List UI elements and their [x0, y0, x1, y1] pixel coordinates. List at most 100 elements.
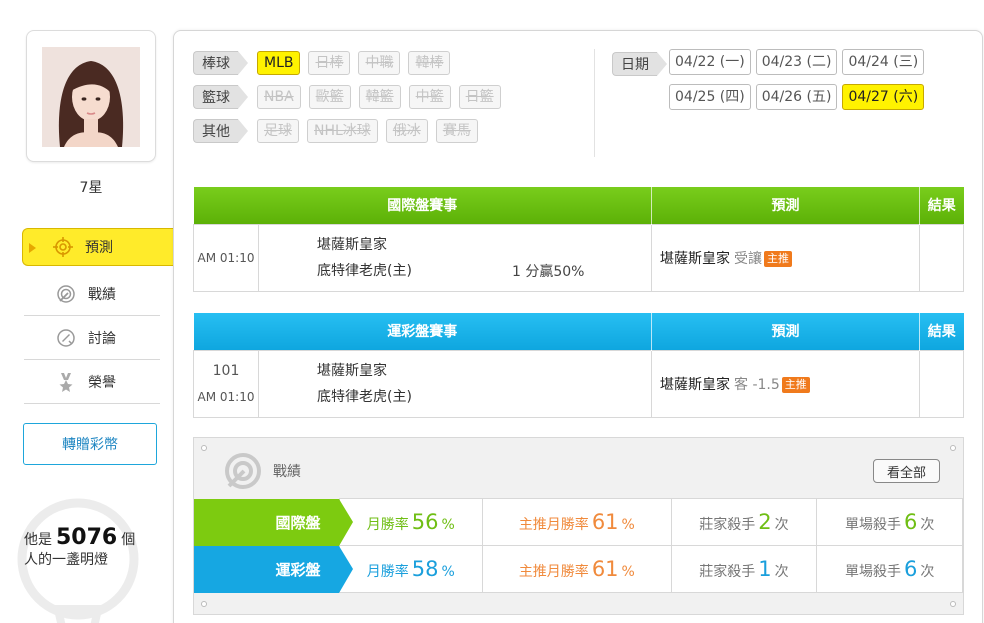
result-cell [919, 223, 964, 292]
team-away: 堪薩斯皇家 [317, 362, 387, 379]
date-0424[interactable]: 04/24 (三) [842, 49, 925, 75]
category-basketball: 籃球 [193, 84, 248, 109]
main-panel: 棒球 MLB 日棒 中職 韓棒 籃球 NBA 歐籃 韓籃 中籃 日籃 其他 足球… [173, 30, 983, 623]
lamp-line2: 人的一盞明燈 [24, 552, 108, 568]
record-row-international: 國際盤 月勝率 56% 主推月勝率 61% 莊家殺手 2 次 單場殺手 6 次 [194, 498, 963, 546]
filter-nhl[interactable]: NHL冰球 [307, 118, 378, 143]
match-time-cell: 101 AM 01:10 [193, 349, 259, 418]
corner-dot [950, 601, 956, 607]
single-killer: 單場殺手 6 次 [816, 545, 963, 593]
main-pick-win-value: 61 [591, 557, 619, 581]
nav-item-record[interactable]: 戰績 [24, 272, 160, 316]
header-result: 結果 [919, 187, 964, 224]
filter-korea-basketball[interactable]: 韓籃 [358, 84, 401, 109]
date-grid: 04/22 (一) 04/23 (二) 04/24 (三) 04/25 (四) 04/… [669, 49, 959, 119]
banker-killer-value: 1 [758, 557, 772, 581]
nav-label: 討論 [88, 330, 116, 347]
filter-divider [594, 49, 595, 157]
match-code: 101 [212, 362, 240, 379]
date-0426[interactable]: 04/26 (五) [755, 84, 838, 110]
monthly-win-value: 56 [411, 510, 439, 534]
filter-row-other: 其他 足球 NHL冰球 俄冰 賽馬 [193, 117, 598, 144]
nav-label: 榮譽 [88, 374, 116, 391]
record-label-international: 國際盤 [194, 498, 353, 546]
lamp-text: 他是 5076 個 人的一盞明燈 [24, 525, 135, 570]
avatar[interactable] [42, 47, 140, 147]
filter-horse-racing[interactable]: 賽馬 [435, 118, 478, 143]
filter-china-basketball[interactable]: 中籃 [408, 84, 451, 109]
table-row: AM 01:10 堪薩斯皇家 底特律老虎(主) 1 分贏50% 堪薩斯皇家 受讓主… [193, 223, 964, 292]
header-international-match: 國際盤賽事 [193, 187, 652, 224]
rank-label: 7星 [79, 180, 103, 196]
filter-nba[interactable]: NBA [257, 84, 301, 109]
pick-detail: 受讓 [734, 250, 762, 267]
date-0427[interactable]: 04/27 (六) [842, 84, 925, 110]
record-table: 國際盤 月勝率 56% 主推月勝率 61% 莊家殺手 2 次 單場殺手 6 次 運彩盤 月勝… [194, 498, 963, 593]
filter-npb[interactable]: 日棒 [308, 50, 351, 75]
lamp-panel: 他是 5076 個 人的一盞明燈 [0, 495, 180, 623]
pick-team: 堪薩斯皇家 [660, 250, 730, 267]
record-label-lottery: 運彩盤 [194, 545, 353, 593]
sidebar: 7星 預測 戰績 討論 榮譽 轉贈彩幣 他是 5076 個 人的一盞明燈 [0, 0, 194, 623]
filter-row-baseball: 棒球 MLB 日棒 中職 韓棒 [193, 49, 598, 76]
filter-kbo[interactable]: 韓棒 [408, 50, 451, 75]
pick-team: 堪薩斯皇家 [660, 376, 730, 393]
main-pick-badge: 主推 [764, 250, 792, 267]
monthly-win-rate: 月勝率 58% [338, 545, 484, 593]
record-header: 戰績 看全部 [194, 438, 963, 498]
nav-label: 預測 [85, 240, 113, 256]
record-row-lottery: 運彩盤 月勝率 58% 主推月勝率 61% 莊家殺手 1 次 單場殺手 6 次 [194, 545, 963, 593]
header-prediction: 預測 [651, 313, 920, 350]
nav-label: 戰績 [88, 286, 116, 303]
main-pick-win-value: 61 [591, 510, 619, 534]
single-killer-value: 6 [903, 510, 918, 534]
avatar-portrait-icon [42, 47, 140, 147]
filter-khl[interactable]: 俄冰 [385, 118, 428, 143]
match-teams: 堪薩斯皇家 底特律老虎(主) 1 分贏50% [258, 223, 652, 292]
see-all-button[interactable]: 看全部 [873, 459, 940, 483]
target-icon [53, 237, 73, 257]
filter-cpbl[interactable]: 中職 [358, 50, 401, 75]
medal-icon [56, 372, 76, 392]
gift-coins-button[interactable]: 轉贈彩幣 [23, 423, 157, 465]
result-cell [919, 349, 964, 418]
nav-item-prediction[interactable]: 預測 [22, 228, 194, 266]
date-0423[interactable]: 04/23 (二) [755, 49, 838, 75]
active-arrow-icon [29, 243, 36, 253]
match-time: AM 01:10 [197, 389, 255, 404]
lottery-table: 運彩盤賽事 預測 結果 101 AM 01:10 堪薩斯皇家 底特律老虎(主) … [193, 313, 964, 418]
match-teams: 堪薩斯皇家 底特律老虎(主) [258, 349, 652, 418]
banker-killer: 莊家殺手 2 次 [670, 498, 818, 546]
banker-killer: 莊家殺手 1 次 [670, 545, 818, 593]
filter-mlb[interactable]: MLB [257, 50, 301, 75]
filter-japan-basketball[interactable]: 日籃 [458, 84, 501, 109]
date-0425[interactable]: 04/25 (四) [669, 84, 751, 110]
team-home: 底特律老虎(主) [317, 388, 412, 405]
prediction-cell: 堪薩斯皇家客 -1.5 主推 [651, 349, 920, 418]
monthly-win-value: 58 [411, 557, 439, 581]
pick-detail: 客 -1.5 [734, 376, 780, 393]
side-nav: 預測 戰績 討論 榮譽 [22, 228, 194, 404]
team-home: 底特律老虎(主) [317, 262, 412, 279]
filter-euro-basketball[interactable]: 歐籃 [308, 84, 351, 109]
nav-item-discussion[interactable]: 討論 [24, 316, 160, 360]
monthly-win-rate: 月勝率 56% [338, 498, 484, 546]
table-row: 101 AM 01:10 堪薩斯皇家 底特律老虎(主) 堪薩斯皇家客 -1.5 主… [193, 349, 964, 418]
nav-item-honor[interactable]: 榮譽 [24, 360, 160, 404]
sport-filters: 棒球 MLB 日棒 中職 韓棒 籃球 NBA 歐籃 韓籃 中籃 日籃 其他 足球… [193, 49, 598, 151]
date-0422[interactable]: 04/22 (一) [669, 49, 751, 75]
team-away: 堪薩斯皇家 [317, 236, 387, 253]
header-result: 結果 [919, 313, 964, 350]
record-icon [56, 284, 76, 304]
international-table: 國際盤賽事 預測 結果 AM 01:10 堪薩斯皇家 底特律老虎(主) 1 分贏… [193, 187, 964, 292]
single-killer-value: 6 [903, 557, 918, 581]
date-label: 日期 [612, 52, 667, 76]
main-pick-win-rate: 主推月勝率 61% [482, 545, 672, 593]
lamp-count: 5076 [56, 525, 118, 550]
match-time: AM 01:10 [193, 223, 259, 292]
filter-soccer[interactable]: 足球 [257, 118, 299, 143]
category-baseball: 棒球 [193, 50, 248, 75]
prediction-cell: 堪薩斯皇家 受讓 主推 [651, 223, 920, 292]
header-prediction: 預測 [651, 187, 920, 224]
handicap: 1 分贏50% [512, 263, 585, 280]
